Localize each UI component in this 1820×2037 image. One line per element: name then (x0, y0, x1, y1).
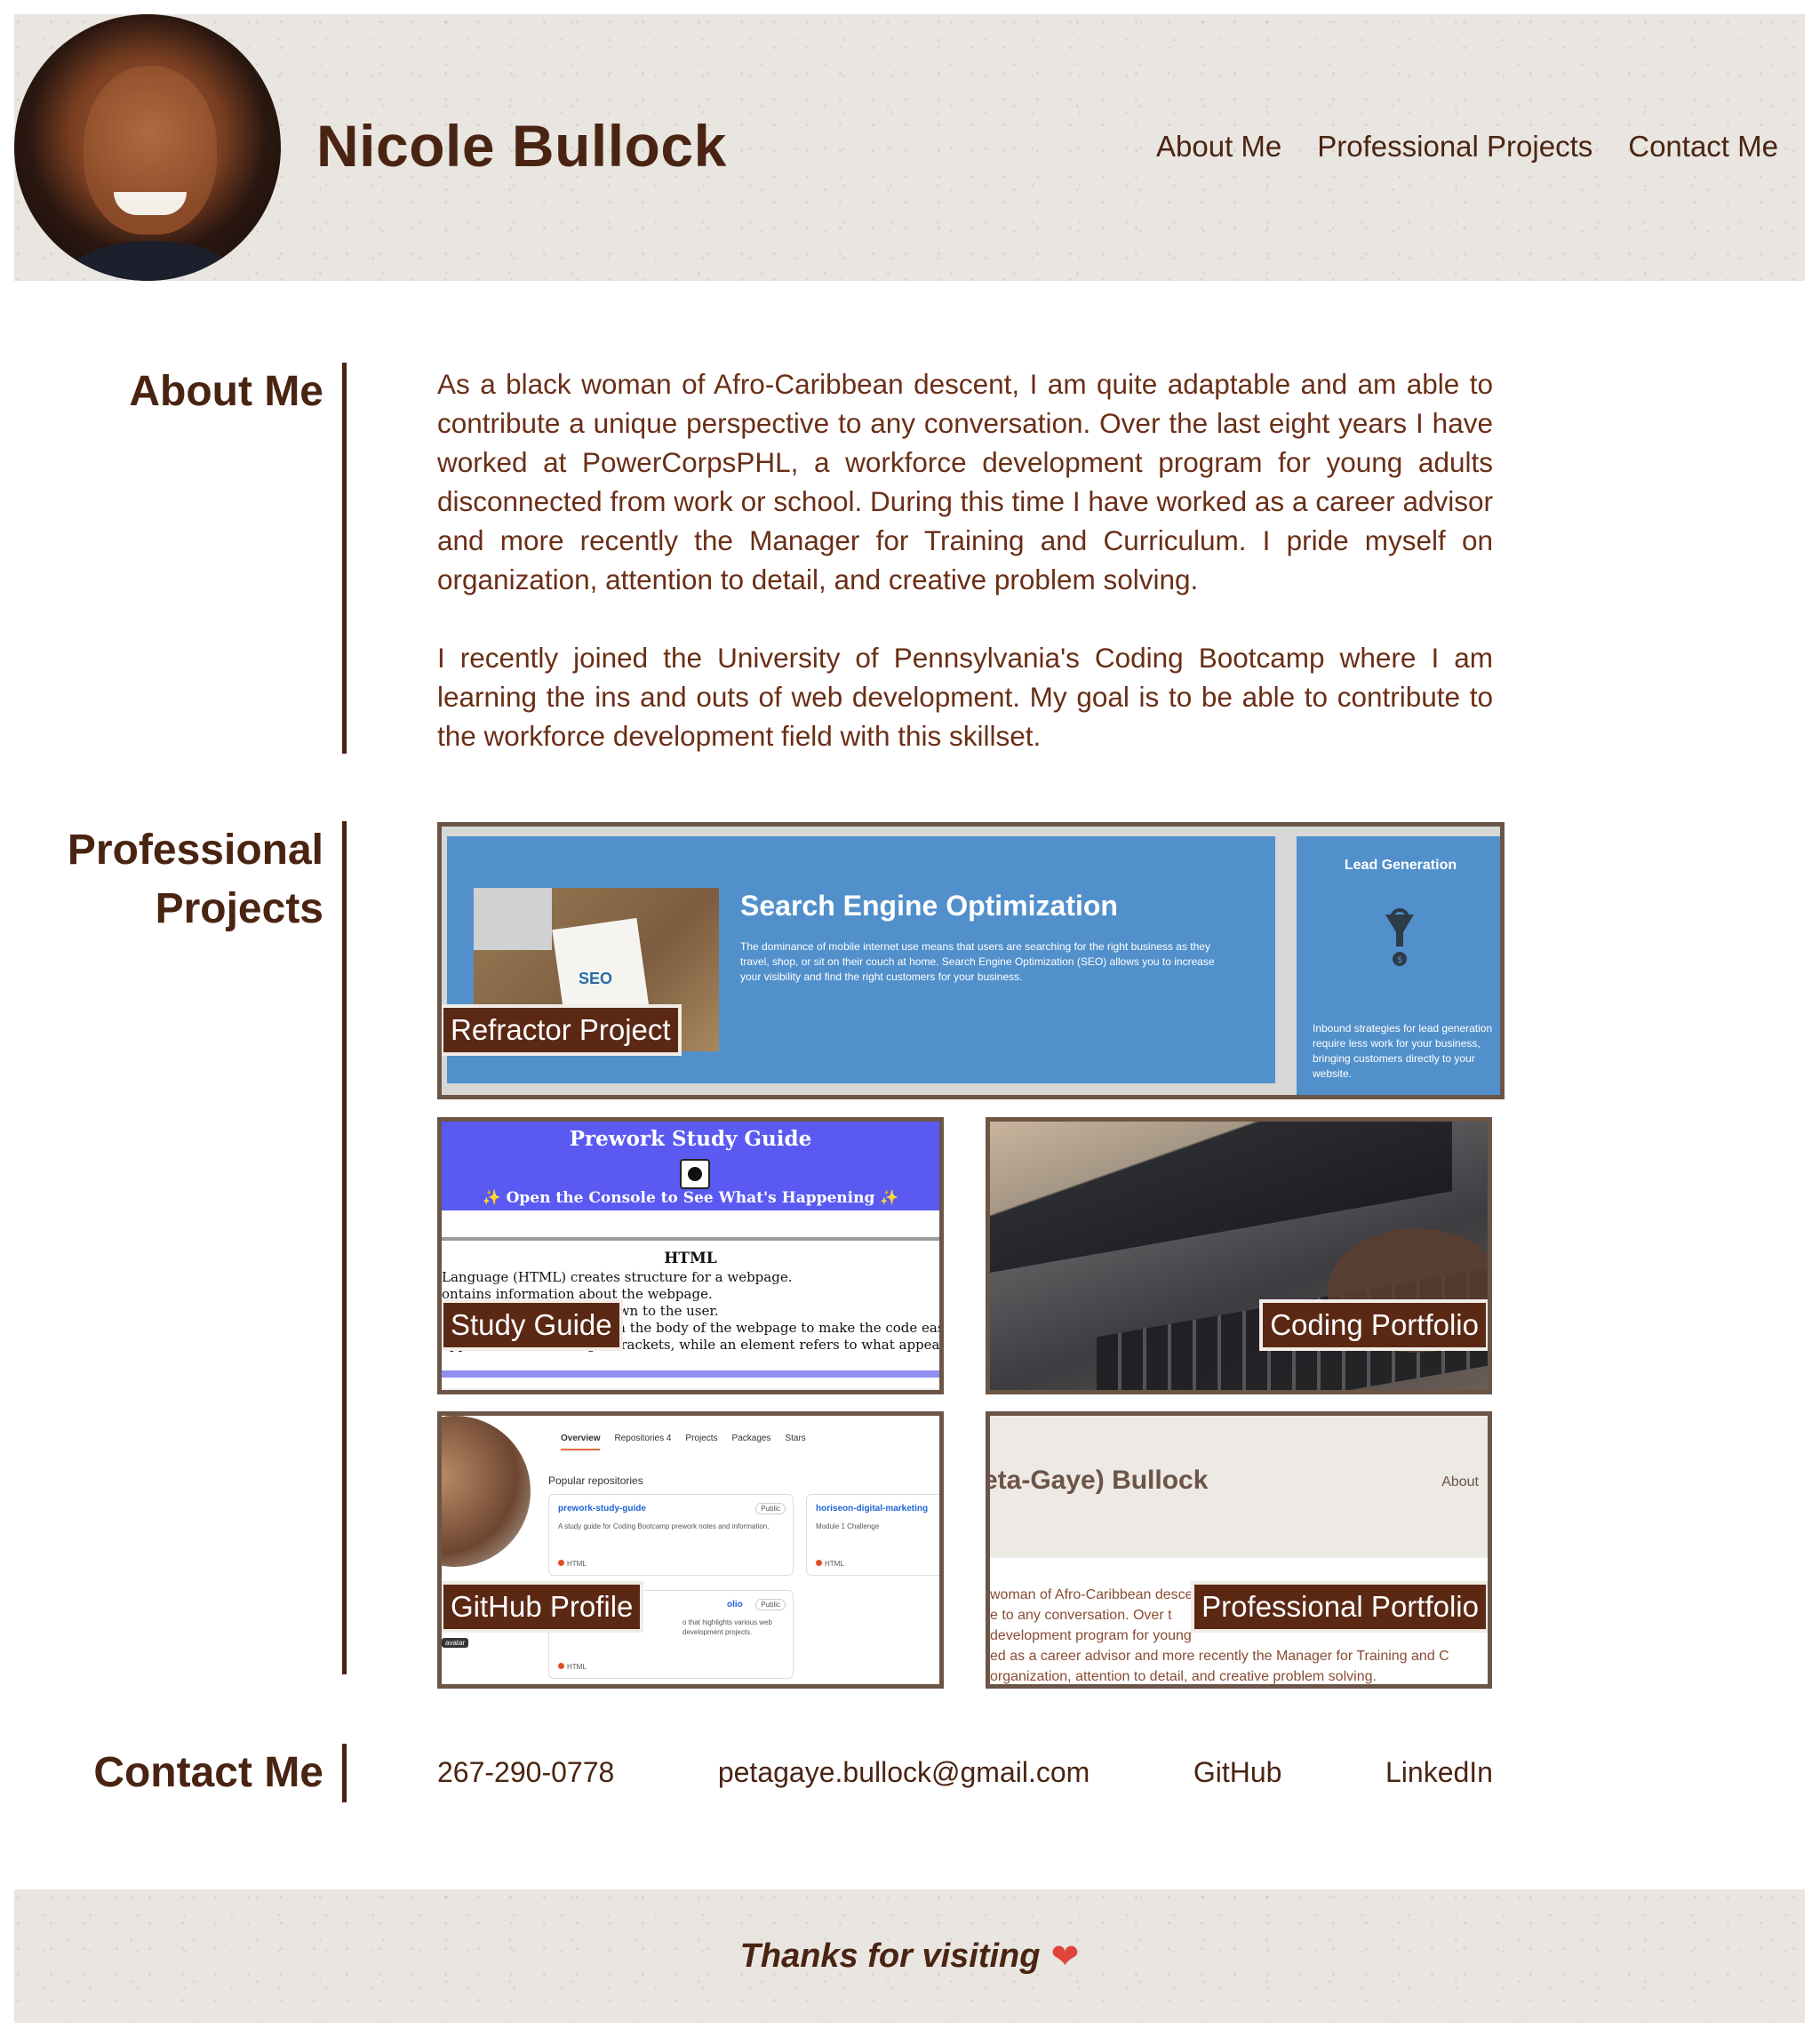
contact-linkedin-link[interactable]: LinkedIn (1385, 1756, 1493, 1789)
lead-body: Inbound strategies for lead generation r… (1313, 1022, 1493, 1080)
portfolio-name: eta-Gaye) Bullock (986, 1466, 1209, 1495)
project-label[interactable]: Refractor Project (442, 1004, 682, 1056)
project-card-professional-portfolio[interactable]: eta-Gaye) Bullock About woman of Afro-Ca… (986, 1411, 1492, 1689)
contact-heading: Contact Me (93, 1749, 323, 1796)
footer-text: Thanks for visiting ❤ (14, 1889, 1805, 2023)
contact-email-link[interactable]: petagaye.bullock@gmail.com (718, 1756, 1090, 1789)
study-guide-title: Prework Study Guide (569, 1127, 812, 1151)
github-popular-heading: Popular repositories (548, 1474, 643, 1487)
about-paragraph: As a black woman of Afro-Caribbean desce… (437, 368, 1493, 595)
nav-about-me[interactable]: About Me (1156, 130, 1281, 164)
project-label[interactable]: Professional Portfolio (1191, 1581, 1488, 1633)
contact-phone: 267-290-0778 (437, 1756, 615, 1788)
funnel-gear-icon: $ (1385, 908, 1414, 966)
lead-title: Lead Generation (1344, 858, 1457, 873)
contact-divider (342, 1744, 347, 1802)
study-guide-section: HTML (664, 1250, 717, 1267)
portfolio-header-preview: eta-Gaye) Bullock About (990, 1416, 1488, 1556)
cat-icon (680, 1159, 710, 1189)
projects-divider (342, 821, 347, 1674)
site-footer: Thanks for visiting ❤ (14, 1889, 1805, 2023)
project-card-refactor[interactable]: SEO Search Engine Optimization The domin… (437, 822, 1505, 1099)
contact-github-link[interactable]: GitHub (1193, 1756, 1282, 1789)
project-label[interactable]: Coding Portfolio (1259, 1299, 1488, 1351)
main-nav: About Me Professional Projects Contact M… (1156, 130, 1778, 164)
study-guide-banner: Prework Study Guide ✨ Open the Console t… (442, 1122, 939, 1210)
about-paragraph: I recently joined the University of Penn… (437, 642, 1493, 752)
lead-generation-panel: Lead Generation $ Inbound strategies for… (1297, 836, 1500, 1095)
about-divider (342, 363, 347, 754)
projects-heading: Professional Projects (68, 821, 323, 939)
heart-icon: ❤ (1050, 1937, 1080, 1976)
github-avatar-label: avatar (442, 1638, 469, 1648)
about-heading: About Me (129, 368, 323, 415)
project-label[interactable]: Study Guide (442, 1299, 623, 1351)
projects-heading-line2: Projects (155, 885, 323, 932)
project-card-coding-portfolio[interactable]: Coding Portfolio (986, 1117, 1492, 1394)
site-title: Nicole Bullock (316, 113, 727, 179)
project-card-github[interactable]: Overview Repositories 4 Projects Package… (437, 1411, 944, 1689)
nav-professional-projects[interactable]: Professional Projects (1317, 130, 1592, 164)
nav-contact-me[interactable]: Contact Me (1628, 130, 1778, 164)
study-guide-subtitle: ✨ Open the Console to See What's Happeni… (482, 1189, 899, 1207)
site-header: Nicole Bullock About Me Professional Pro… (14, 14, 1805, 281)
project-card-study-guide[interactable]: Prework Study Guide ✨ Open the Console t… (437, 1117, 944, 1394)
projects-heading-line1: Professional (67, 827, 323, 874)
footer-message: Thanks for visiting (739, 1937, 1041, 1975)
github-repo-card: prework-study-guide Public A study guide… (548, 1494, 794, 1576)
contact-list: 267-290-0778 petagaye.bullock@gmail.com … (437, 1756, 1493, 1789)
svg-text:$: $ (1397, 955, 1402, 965)
profile-photo (14, 14, 281, 281)
about-text: As a black woman of Afro-Caribbean desce… (437, 364, 1493, 755)
github-tabs: Overview Repositories 4 Projects Package… (561, 1434, 806, 1450)
seo-photo-text: SEO (579, 970, 613, 987)
seo-heading: Search Engine Optimization (740, 890, 1118, 922)
seo-body: The dominance of mobile internet use mea… (740, 940, 1215, 983)
project-label[interactable]: GitHub Profile (442, 1581, 644, 1633)
github-repo-card: horiseon-digital-marketing Module 1 Chal… (806, 1494, 939, 1576)
portfolio-nav: About (1441, 1474, 1479, 1490)
